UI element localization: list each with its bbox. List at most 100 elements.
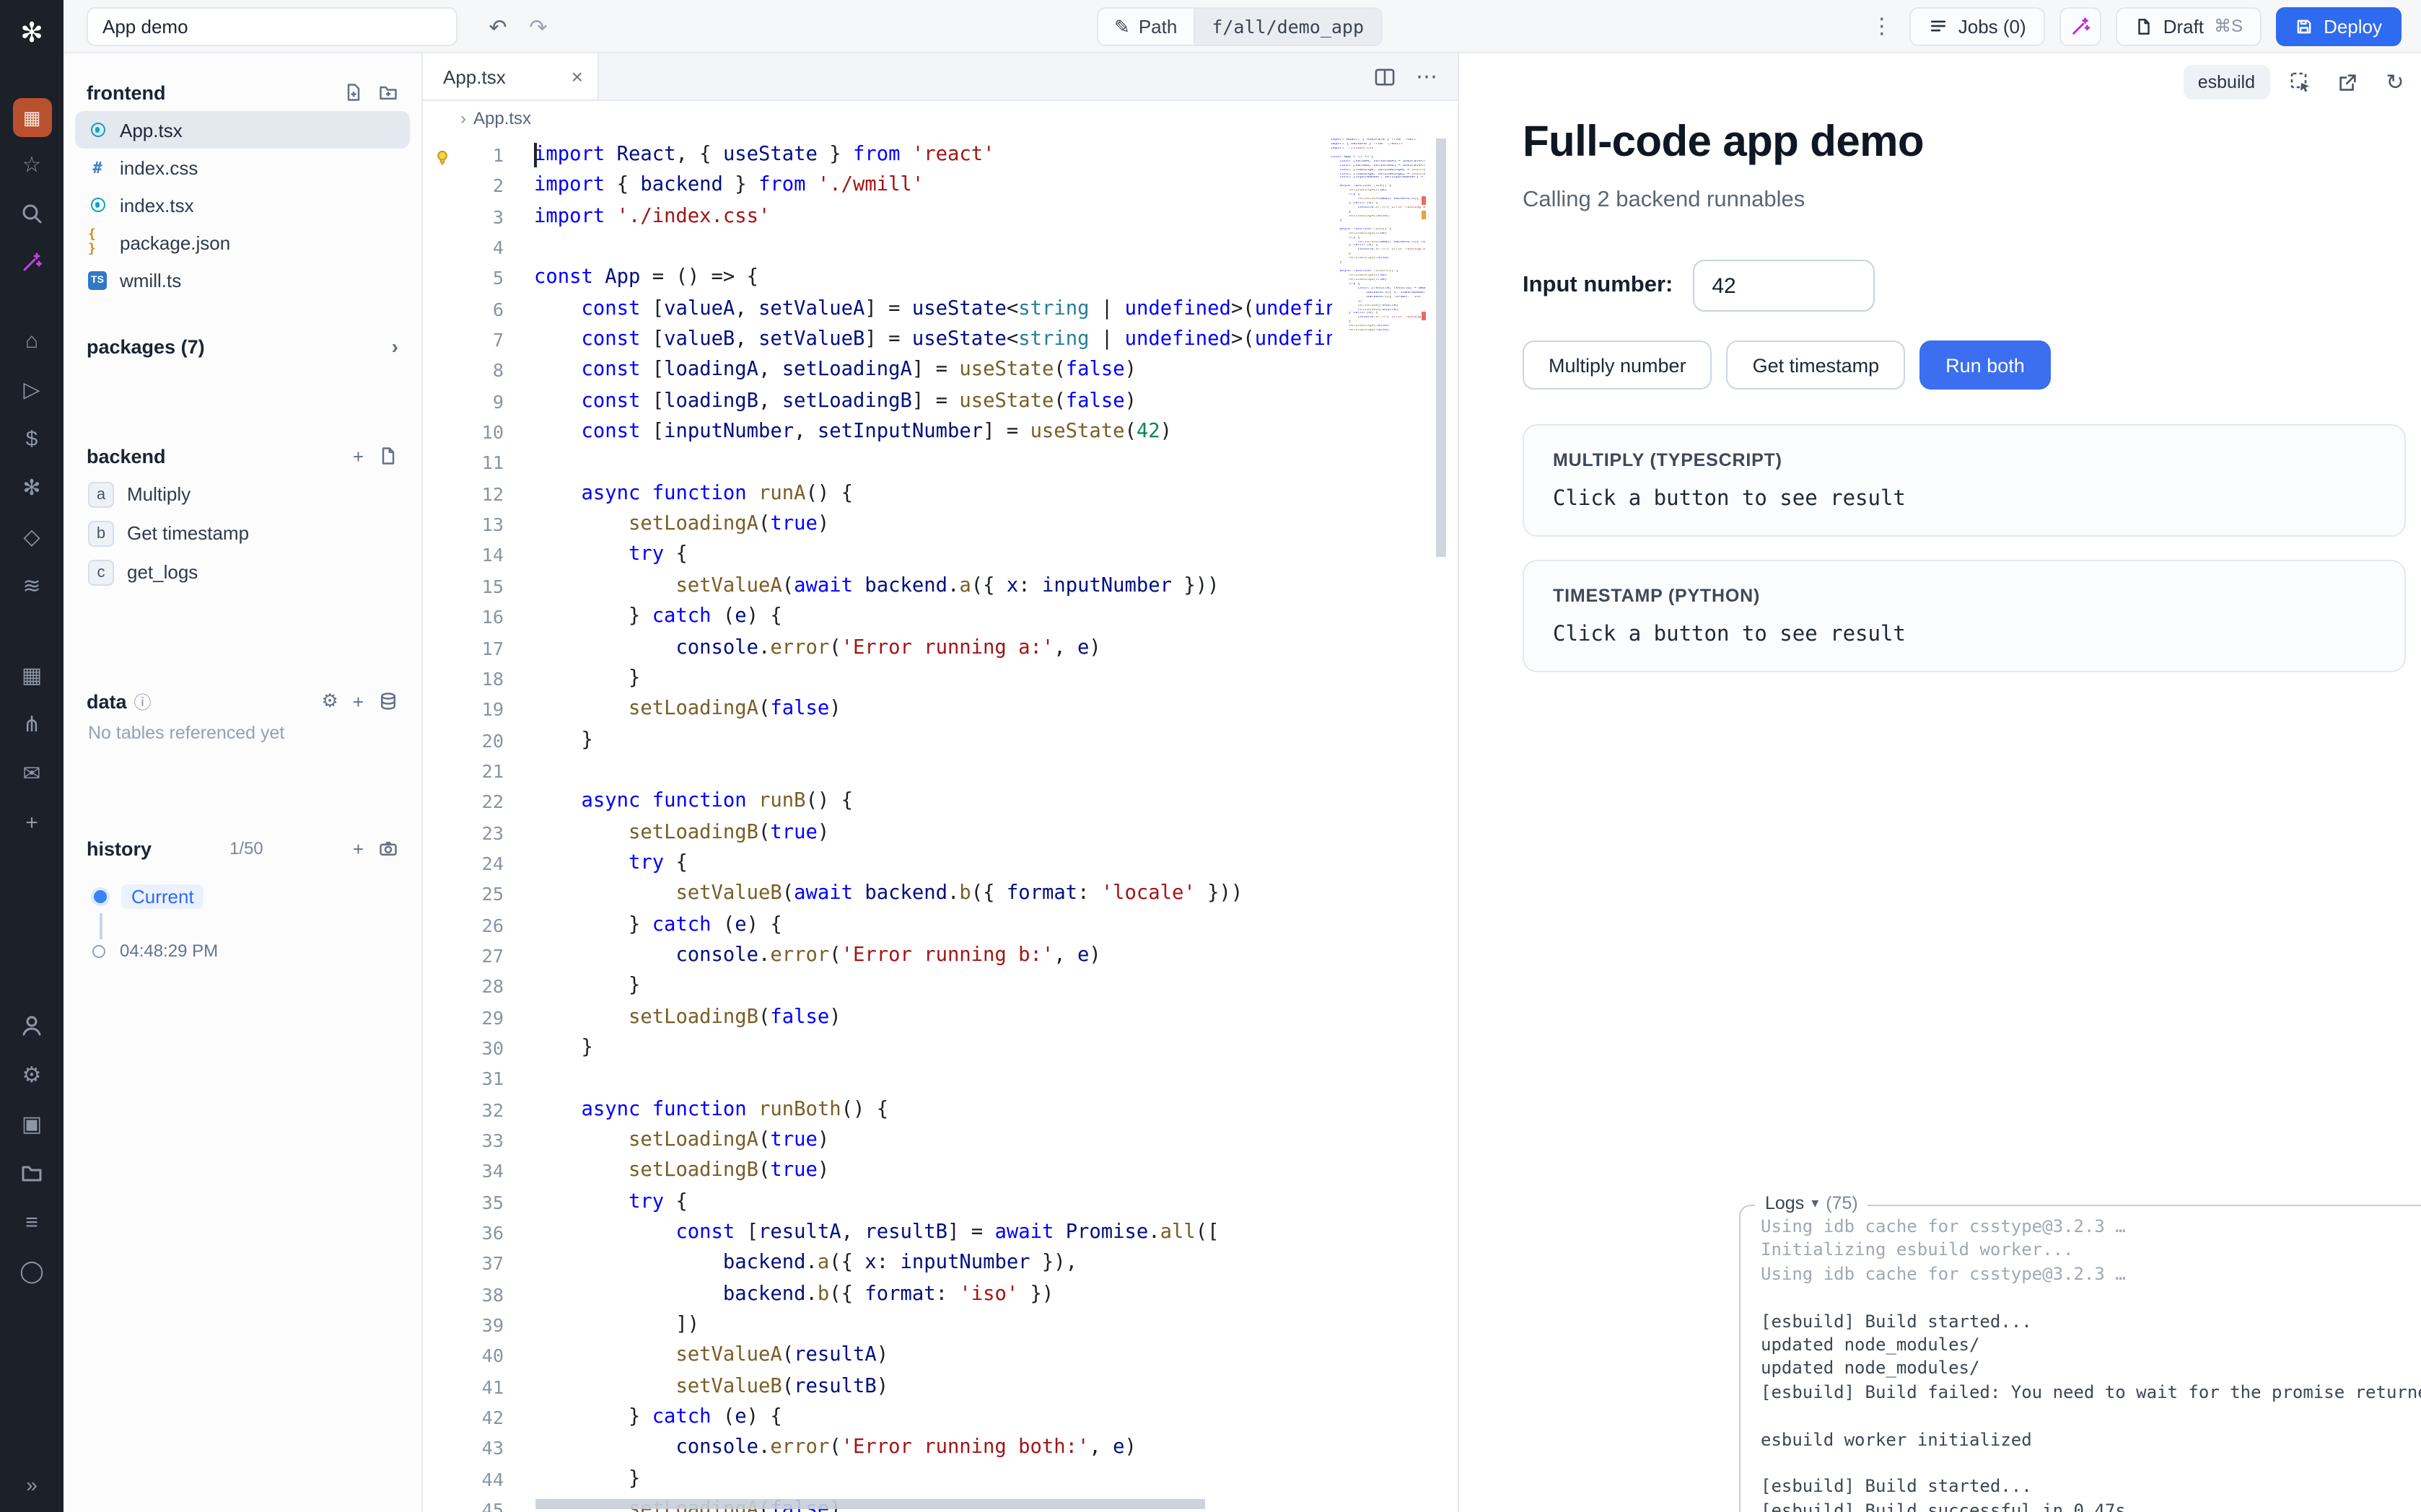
code-line[interactable]: 33 setLoadingA(true) <box>423 1125 1332 1156</box>
expand-rail-icon[interactable]: » <box>10 1463 53 1506</box>
code-line[interactable]: 30 } <box>423 1033 1332 1064</box>
breadcrumb[interactable]: › App.tsx <box>423 101 1458 136</box>
favorites-star-icon[interactable]: ☆ <box>10 143 53 186</box>
data-settings-gear-icon[interactable]: ⚙ <box>322 690 338 713</box>
code-line[interactable]: 29 setLoadingB(false) <box>423 1002 1332 1033</box>
code-line[interactable]: 10 const [inputNumber, setInputNumber] =… <box>423 417 1332 448</box>
add-plus-icon[interactable]: + <box>10 801 53 844</box>
code-line[interactable]: 31 <box>423 1064 1332 1095</box>
schedules-icon[interactable]: ◇ <box>10 515 53 558</box>
code-line[interactable]: 12 async function runA() { <box>423 479 1332 510</box>
file-item-wmill-ts[interactable]: TSwmill.ts <box>75 261 410 299</box>
code-line[interactable]: 11 <box>423 448 1332 479</box>
refresh-icon[interactable]: ↻ <box>2378 65 2412 100</box>
close-tab-icon[interactable]: × <box>572 65 583 88</box>
hub-icon[interactable]: ✻ <box>10 466 53 509</box>
code-line[interactable]: 38 backend.b({ format: 'iso' }) <box>423 1279 1332 1310</box>
code-line[interactable]: 41 setValueB(resultB) <box>423 1372 1332 1403</box>
inspect-select-icon[interactable] <box>2282 65 2317 100</box>
code-line[interactable]: 37 backend.a({ x: inputNumber }), <box>423 1249 1332 1280</box>
file-item-index-css[interactable]: #index.css <box>75 149 410 186</box>
code-line[interactable]: 40 setValueA(resultA) <box>423 1341 1332 1372</box>
info-icon[interactable]: ⓘ <box>134 689 152 713</box>
new-folder-icon[interactable] <box>378 82 398 102</box>
resources-layers-icon[interactable]: ≋ <box>10 564 53 607</box>
code-line[interactable]: 15 setValueA(await backend.a({ x: inputN… <box>423 571 1332 602</box>
user-icon[interactable] <box>10 1004 53 1047</box>
logs-header[interactable]: Logs ▾ (75) <box>1755 1193 1868 1213</box>
runnable-item-get-timestamp[interactable]: bGet timestamp <box>75 514 410 553</box>
help-circle-icon[interactable]: ◯ <box>10 1249 53 1293</box>
code-line[interactable]: 21 <box>423 756 1332 787</box>
code-line[interactable]: 32 async function runBoth() { <box>423 1094 1332 1125</box>
file-item-package-json[interactable]: { }package.json <box>75 224 410 261</box>
snapshot-camera-icon[interactable] <box>378 838 398 858</box>
run-both-button[interactable]: Run both <box>1919 340 2051 390</box>
code-line[interactable]: 14 try { <box>423 540 1332 571</box>
audit-list-icon[interactable]: ≡ <box>10 1200 53 1244</box>
code-line[interactable]: 1import React, { useState } from 'react' <box>423 140 1332 171</box>
add-runnable-icon[interactable]: + <box>353 445 364 467</box>
variables-dollar-icon[interactable]: $ <box>10 417 53 460</box>
logs-content[interactable]: Using idb cache for csstype@3.2.3 …Initi… <box>1741 1209 2421 1512</box>
open-external-icon[interactable] <box>2330 65 2365 100</box>
code-line[interactable]: 27 console.error('Error running b:', e) <box>423 941 1332 972</box>
runnable-item-multiply[interactable]: aMultiply <box>75 475 410 514</box>
code-line[interactable]: 19 setLoadingA(false) <box>423 694 1332 725</box>
jobs-button[interactable]: Jobs (0) <box>1909 6 2045 45</box>
database-icon[interactable] <box>378 691 398 711</box>
deploy-button[interactable]: Deploy <box>2276 6 2401 45</box>
code-line[interactable]: 42 } catch (e) { <box>423 1402 1332 1433</box>
home-icon[interactable]: ⌂ <box>10 319 53 362</box>
editor-more-icon[interactable]: ⋯ <box>1416 63 1437 89</box>
code-line[interactable]: 26 } catch (e) { <box>423 910 1332 941</box>
code-line[interactable]: 20 } <box>423 725 1332 756</box>
code-line[interactable]: 44 } <box>423 1464 1332 1495</box>
path-control[interactable]: ✎Path f/all/demo_app <box>1097 7 1383 46</box>
code-line[interactable]: 17 console.error('Error running a:', e) <box>423 633 1332 664</box>
code-line[interactable]: 39 ]) <box>423 1310 1332 1341</box>
minimap[interactable]: import React, { useState } from 'react'i… <box>1331 139 1426 369</box>
code-line[interactable]: 23 setLoadingB(true) <box>423 817 1332 848</box>
active-app-icon[interactable]: ▦ <box>12 98 51 137</box>
draft-button[interactable]: Draft ⌘S <box>2116 6 2262 45</box>
version-circle-icon[interactable] <box>92 944 105 957</box>
code-line[interactable]: 25 setValueB(await backend.b({ format: '… <box>423 879 1332 910</box>
windmill-logo-icon[interactable]: ✻ <box>10 12 53 55</box>
app-name-input[interactable] <box>87 7 458 46</box>
mail-icon[interactable]: ✉ <box>10 752 53 795</box>
input-number-field[interactable] <box>1693 260 1875 312</box>
add-table-icon[interactable]: + <box>353 690 364 712</box>
new-file-icon[interactable] <box>343 82 364 102</box>
undo-icon[interactable]: ↶ <box>479 7 517 46</box>
packages-row[interactable]: packages (7) › <box>75 328 410 365</box>
code-line[interactable]: 9 const [loadingB, setLoadingB] = useSta… <box>423 387 1332 418</box>
code-line[interactable]: 43 console.error('Error running both:', … <box>423 1433 1332 1464</box>
vertical-scrollbar[interactable] <box>1436 139 1446 557</box>
flows-branch-icon[interactable]: ⋔ <box>10 703 53 746</box>
current-version-label[interactable]: Current <box>121 884 204 908</box>
file-item-app-tsx[interactable]: App.tsx <box>75 111 410 149</box>
code-line[interactable]: 18 } <box>423 664 1332 695</box>
settings-gear-icon[interactable]: ⚙ <box>10 1053 53 1096</box>
get-timestamp-button[interactable]: Get timestamp <box>1727 340 1906 390</box>
code-line[interactable]: 22 async function runB() { <box>423 786 1332 817</box>
history-add-icon[interactable]: + <box>353 838 364 859</box>
code-line[interactable]: 13 setLoadingA(true) <box>423 509 1332 540</box>
code-area[interactable]: 1import React, { useState } from 'react'… <box>423 136 1458 1512</box>
multiply-number-button[interactable]: Multiply number <box>1523 340 1712 390</box>
code-line[interactable]: 35 try { <box>423 1187 1332 1218</box>
code-line[interactable]: 4 <box>423 232 1332 263</box>
code-line[interactable]: 28 } <box>423 972 1332 1003</box>
code-line[interactable]: 2import { backend } from './wmill' <box>423 171 1332 202</box>
ai-assistant-button[interactable] <box>2059 6 2101 45</box>
folders-icon[interactable] <box>10 1151 53 1195</box>
magic-wand-icon[interactable] <box>10 241 53 284</box>
redo-icon[interactable]: ↷ <box>520 7 557 46</box>
search-icon[interactable] <box>10 192 53 235</box>
split-editor-icon[interactable] <box>1374 67 1396 86</box>
code-line[interactable]: 6 const [valueA, setValueA] = useState<s… <box>423 294 1332 325</box>
code-line[interactable]: 16 } catch (e) { <box>423 602 1332 633</box>
new-script-icon[interactable] <box>378 446 398 466</box>
runnable-item-get-logs[interactable]: cget_logs <box>75 553 410 592</box>
